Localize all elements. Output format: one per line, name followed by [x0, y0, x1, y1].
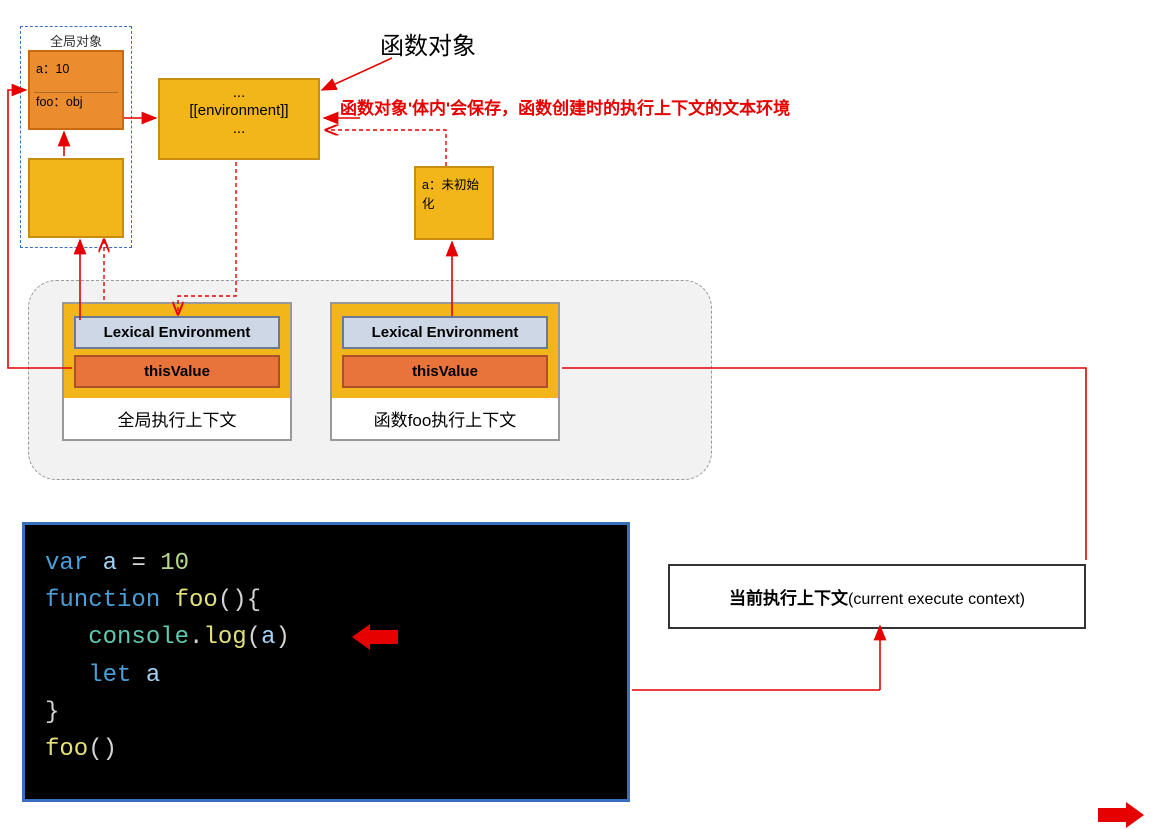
- code-kw-let: let: [88, 662, 131, 689]
- exec-ctx-foo: Lexical Environment thisValue 函数foo执行上下文: [330, 302, 560, 441]
- foo-lex-env: Lexical Environment: [342, 316, 548, 349]
- global-object-label: 全局对象: [21, 31, 131, 50]
- global-this-value: thisValue: [74, 355, 280, 388]
- env-top: ...: [166, 84, 312, 102]
- current-ctx-en: (current execute context): [848, 591, 1025, 608]
- env-bot: ...: [166, 120, 312, 138]
- current-exec-ctx-box: 当前执行上下文(current execute context): [668, 564, 1086, 629]
- code-fn-foo: foo: [160, 587, 218, 614]
- code-indent2: [45, 662, 88, 689]
- code-call-foo: foo: [45, 736, 88, 763]
- code-kw-function: function: [45, 587, 160, 614]
- next-arrow-icon: [1098, 804, 1144, 826]
- title-function-object: 函数对象: [380, 26, 476, 61]
- code-brace-close: }: [45, 699, 59, 726]
- foo-this-value: thisValue: [342, 355, 548, 388]
- cursor-arrow-icon: [352, 626, 398, 648]
- code-arg-a: a: [261, 624, 275, 651]
- code-console: console: [88, 624, 189, 651]
- scope-a-box: a：未初始 化: [414, 166, 494, 240]
- code-indent1: [45, 624, 88, 651]
- annotation-red: 函数对象'体内'会保存，函数创建时的执行上下文的文本环境: [340, 94, 790, 119]
- code-call-parens: (): [88, 736, 117, 763]
- code-dot: .: [189, 624, 203, 651]
- code-eq: =: [131, 550, 160, 577]
- code-id-a: a: [88, 550, 131, 577]
- prop-foo: foo：obj: [36, 91, 116, 110]
- code-popen: (: [247, 624, 261, 651]
- code-block: var a = 10 function foo(){ console.log(a…: [22, 522, 630, 802]
- env-mid: [[environment]]: [166, 102, 312, 120]
- environment-box: ... [[environment]] ...: [158, 78, 320, 160]
- code-num-10: 10: [160, 550, 189, 577]
- code-kw-var: var: [45, 550, 88, 577]
- global-env-record: [28, 158, 124, 238]
- current-ctx-zh: 当前执行上下文: [729, 589, 848, 608]
- code-log: log: [203, 624, 246, 651]
- global-props-box: a：10 foo：obj: [28, 50, 124, 130]
- code-par-open: (){: [218, 587, 261, 614]
- code-pclose: ): [275, 624, 289, 651]
- global-ctx-label: 全局执行上下文: [64, 398, 290, 439]
- global-lex-env: Lexical Environment: [74, 316, 280, 349]
- prop-a: a：10: [36, 58, 116, 77]
- code-let-a: a: [131, 662, 160, 689]
- exec-ctx-global: Lexical Environment thisValue 全局执行上下文: [62, 302, 292, 441]
- foo-ctx-label: 函数foo执行上下文: [332, 398, 558, 439]
